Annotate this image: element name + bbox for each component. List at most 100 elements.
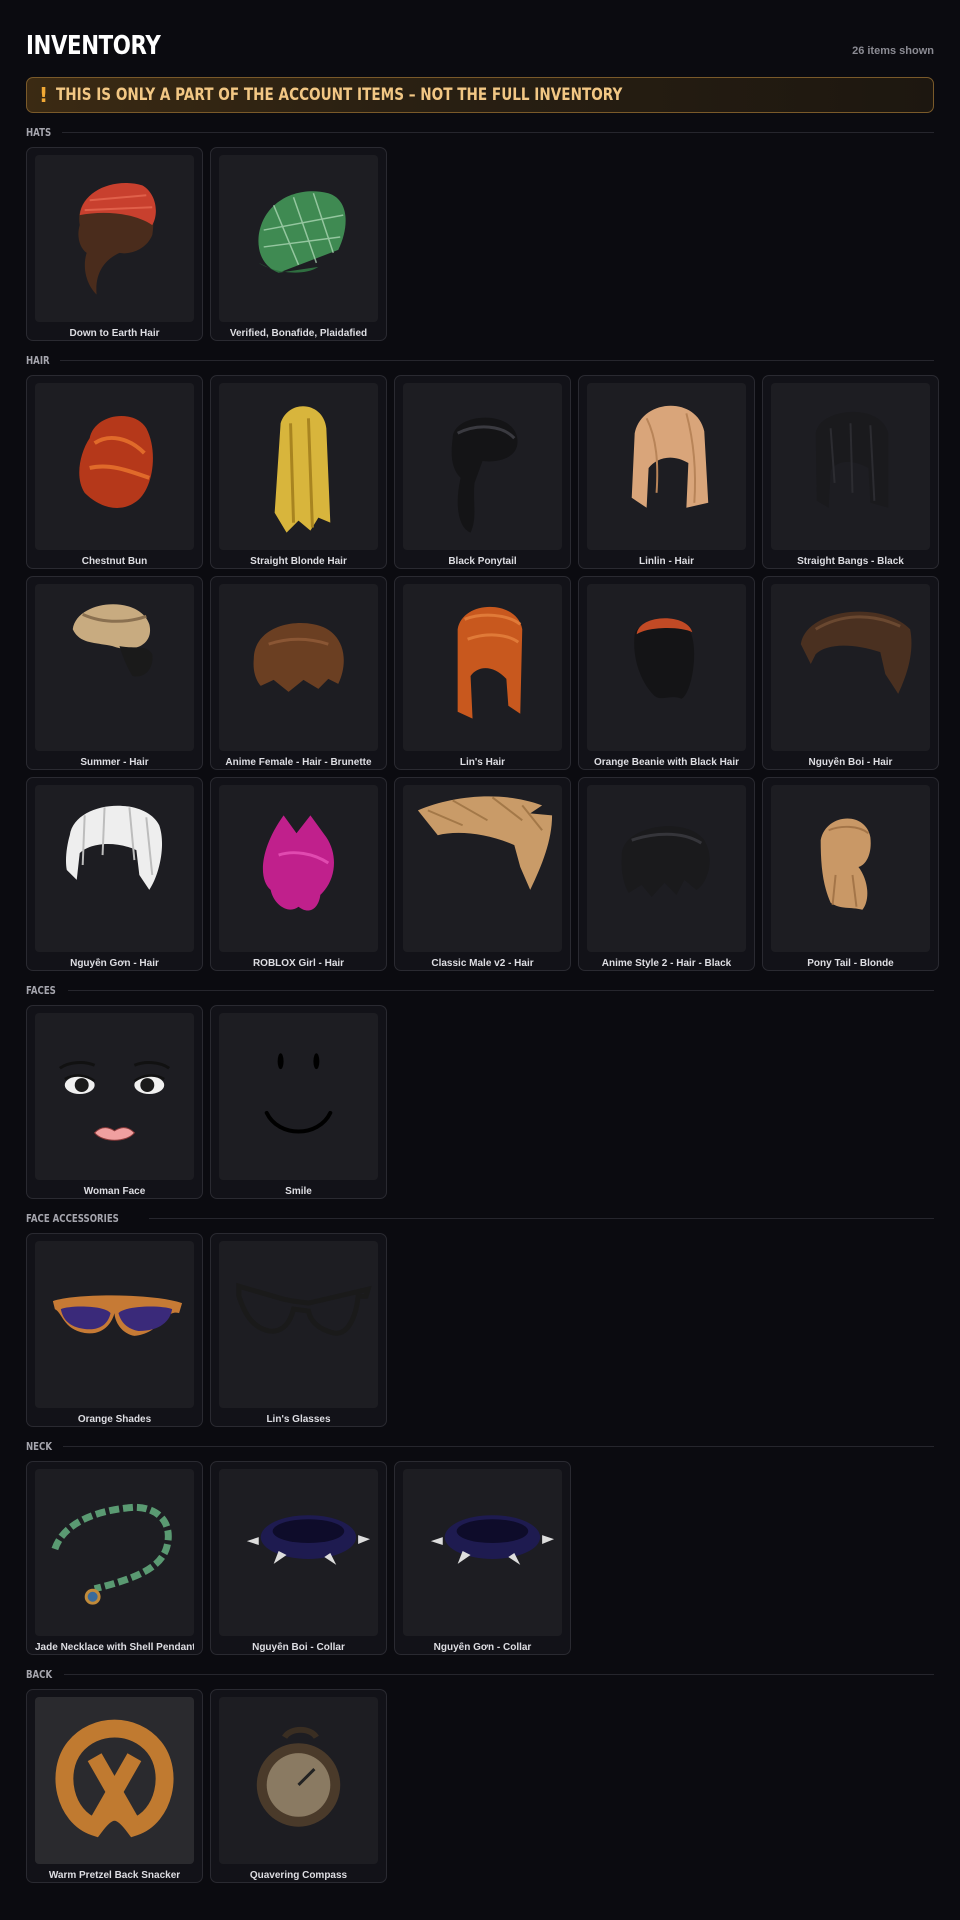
item-name: Nguyễn Boi - Collar — [252, 1642, 345, 1653]
items-grid-back: Warm Pretzel Back Snacker Quavering Comp… — [26, 1689, 934, 1883]
section-title: HAIR — [26, 353, 50, 367]
item-thumbnail — [403, 785, 562, 952]
item-card[interactable]: Nguyễn Gơn - Collar — [394, 1461, 571, 1655]
item-card[interactable]: Linlin - Hair — [578, 375, 755, 569]
divider — [62, 131, 934, 133]
item-card[interactable]: Straight Bangs - Black — [762, 375, 939, 569]
section-hair: HAIR — [26, 352, 934, 368]
item-card[interactable]: Pony Tail - Blonde — [762, 777, 939, 971]
item-name: Nguyễn Gơn - Hair — [70, 958, 159, 969]
item-card[interactable]: Orange Shades — [26, 1233, 203, 1427]
item-thumbnail — [587, 785, 746, 952]
item-name: Woman Face — [83, 1186, 146, 1197]
item-thumbnail — [219, 1013, 378, 1180]
item-name: Pony Tail - Blonde — [807, 958, 894, 969]
item-card[interactable]: Lin's Glasses — [210, 1233, 387, 1427]
item-thumbnail — [403, 1469, 562, 1636]
items-grid-faces: Woman Face Smile — [26, 1005, 934, 1199]
item-card[interactable]: Nguyễn Gơn - Hair — [26, 777, 203, 971]
item-card[interactable]: Anime Female - Hair - Brunette — [210, 576, 387, 770]
item-name: Lin's Hair — [459, 757, 506, 768]
item-thumbnail — [771, 584, 930, 751]
item-thumbnail — [35, 785, 194, 952]
item-thumbnail — [35, 155, 194, 322]
item-thumbnail — [219, 1697, 378, 1864]
item-name: Straight Bangs - Black — [797, 556, 904, 567]
item-name: Verified, Bonafide, Plaidafied — [229, 328, 368, 339]
item-thumbnail — [219, 1469, 378, 1636]
warning-icon: ! — [39, 83, 49, 107]
section-face-accessories: FACE ACCESSORIES — [26, 1210, 934, 1226]
warning-banner: ! THIS IS ONLY A PART OF THE ACCOUNT ITE… — [26, 77, 934, 113]
item-thumbnail — [219, 785, 378, 952]
item-name: Black Ponytail — [448, 556, 517, 567]
items-grid-hats: Down to Earth Hair Verified, Bonafide, P… — [26, 147, 934, 341]
item-card[interactable]: Chestnut Bun — [26, 375, 203, 569]
item-card[interactable]: Straight Blonde Hair — [210, 375, 387, 569]
item-card[interactable]: Nguyễn Boi - Hair — [762, 576, 939, 770]
item-thumbnail — [771, 785, 930, 952]
item-name: Down to Earth Hair — [69, 328, 160, 339]
item-name: Anime Female - Hair - Brunette — [225, 757, 372, 768]
item-name: Straight Blonde Hair — [250, 556, 347, 567]
divider — [60, 359, 934, 361]
item-thumbnail — [35, 1469, 194, 1636]
item-name: Classic Male v2 - Hair — [431, 958, 534, 969]
item-name: Lin's Glasses — [266, 1414, 331, 1425]
item-card[interactable]: Anime Style 2 - Hair - Black — [578, 777, 755, 971]
item-card[interactable]: Quavering Compass — [210, 1689, 387, 1883]
item-card[interactable]: Orange Beanie with Black Hair — [578, 576, 755, 770]
item-card[interactable]: Smile — [210, 1005, 387, 1199]
section-hats: HATS — [26, 124, 934, 140]
item-card[interactable]: Down to Earth Hair — [26, 147, 203, 341]
items-grid-face-accessories: Orange Shades Lin's Glasses — [26, 1233, 934, 1427]
section-title: HATS — [26, 125, 52, 139]
item-card[interactable]: Verified, Bonafide, Plaidafied — [210, 147, 387, 341]
item-thumbnail — [219, 383, 378, 550]
divider — [63, 1445, 934, 1447]
item-thumbnail — [35, 584, 194, 751]
page-title: INVENTORY — [26, 31, 161, 61]
item-card[interactable]: Woman Face — [26, 1005, 203, 1199]
item-card[interactable]: Black Ponytail — [394, 375, 571, 569]
header: INVENTORY 26 items shown — [26, 0, 934, 61]
item-thumbnail — [403, 383, 562, 550]
section-title: BACK — [26, 1667, 53, 1681]
item-thumbnail — [219, 155, 378, 322]
section-back: BACK — [26, 1666, 934, 1682]
item-name: Anime Style 2 - Hair - Black — [601, 958, 732, 969]
items-grid-neck: Jade Necklace with Shell Pendant Nguyễn … — [26, 1461, 934, 1655]
item-name: Jade Necklace with Shell Pendant — [35, 1642, 194, 1653]
item-thumbnail — [587, 584, 746, 751]
item-thumbnail — [35, 1697, 194, 1864]
section-title: FACES — [26, 983, 56, 997]
divider — [149, 1217, 934, 1219]
item-name: Nguyễn Boi - Hair — [808, 757, 893, 768]
item-name: Warm Pretzel Back Snacker — [48, 1870, 181, 1881]
item-card[interactable]: Jade Necklace with Shell Pendant — [26, 1461, 203, 1655]
inventory-page: INVENTORY 26 items shown ! THIS IS ONLY … — [0, 0, 960, 1883]
item-card[interactable]: Lin's Hair — [394, 576, 571, 770]
item-thumbnail — [403, 584, 562, 751]
item-name: Smile — [285, 1186, 312, 1197]
item-card[interactable]: Nguyễn Boi - Collar — [210, 1461, 387, 1655]
section-faces: FACES — [26, 982, 934, 998]
item-card[interactable]: Classic Male v2 - Hair — [394, 777, 571, 971]
items-count: 26 items shown — [852, 45, 934, 57]
item-name: Summer - Hair — [80, 757, 149, 768]
section-neck: NECK — [26, 1438, 934, 1454]
item-thumbnail — [219, 584, 378, 751]
divider — [68, 989, 934, 991]
item-name: Linlin - Hair — [639, 556, 694, 567]
item-card[interactable]: Warm Pretzel Back Snacker — [26, 1689, 203, 1883]
item-name: Quavering Compass — [249, 1870, 348, 1881]
item-name: Orange Shades — [77, 1414, 152, 1425]
divider — [63, 1673, 934, 1675]
item-thumbnail — [35, 1241, 194, 1408]
item-card[interactable]: Summer - Hair — [26, 576, 203, 770]
item-card[interactable]: ROBLOX Girl - Hair — [210, 777, 387, 971]
item-thumbnail — [35, 1013, 194, 1180]
section-title: FACE ACCESSORIES — [26, 1211, 119, 1225]
item-name: Chestnut Bun — [81, 556, 148, 567]
item-thumbnail — [35, 383, 194, 550]
